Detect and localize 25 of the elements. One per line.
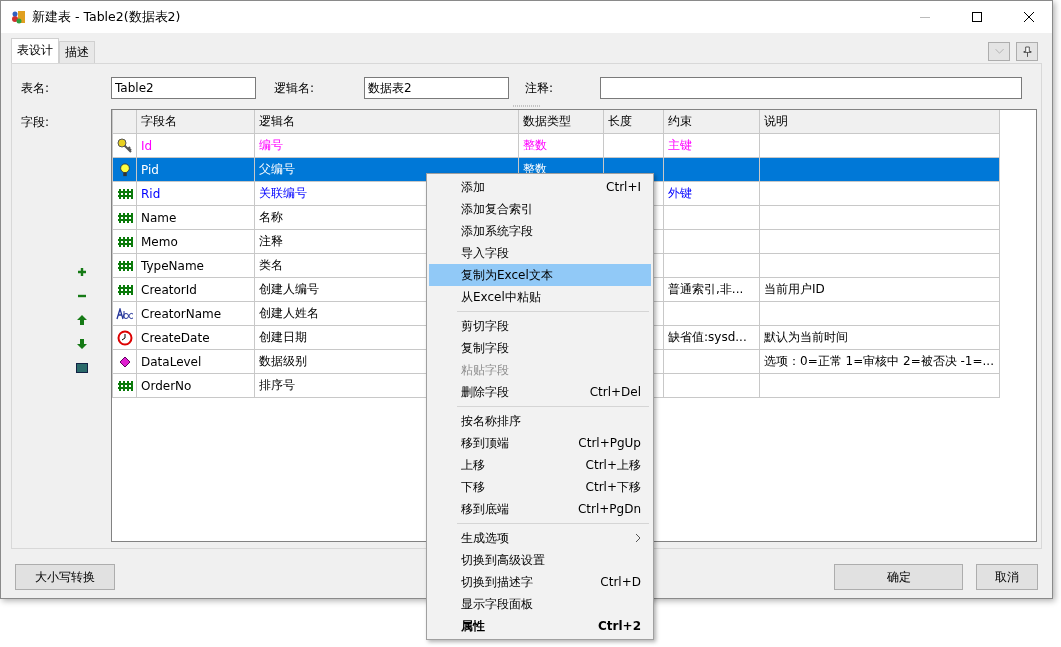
constraint-cell: 外键 xyxy=(663,181,760,206)
field-name-cell: Name xyxy=(136,205,255,230)
logical-name-cell: 编号 xyxy=(254,133,519,158)
field-name-cell: Rid xyxy=(136,181,255,206)
field-name-cell: Pid xyxy=(136,157,255,182)
constraint-cell: 普通索引,非... xyxy=(663,277,760,302)
constraint-cell: 主键 xyxy=(663,133,760,158)
description-cell: 当前用户ID xyxy=(759,277,1000,302)
field-name-cell: CreateDate xyxy=(136,325,255,350)
field-name-cell: OrderNo xyxy=(136,373,255,398)
data-type-cell: 整数 xyxy=(518,133,604,158)
field-name-cell: TypeName xyxy=(136,253,255,278)
field-label: 逻辑名: xyxy=(274,79,316,97)
description-cell: 选项：0=正常 1=审核中 2=被否决 -1=... xyxy=(759,349,1000,374)
description-cell: 默认为当前时间 xyxy=(759,325,1000,350)
constraint-cell: 缺省值:sysd... xyxy=(663,325,760,350)
field-name-cell: Memo xyxy=(136,229,255,254)
field-name-cell: DataLevel xyxy=(136,349,255,374)
field-name-cell: CreatorId xyxy=(136,277,255,302)
window-title: 新建表 - Table2(数据表2) xyxy=(32,8,182,26)
field-label: 表名: xyxy=(21,79,51,97)
field-label: 注释: xyxy=(525,79,555,97)
fields-label: 字段: xyxy=(21,114,50,131)
field-name-cell: CreatorName xyxy=(136,301,255,326)
field-name-cell: Id xyxy=(136,133,255,158)
